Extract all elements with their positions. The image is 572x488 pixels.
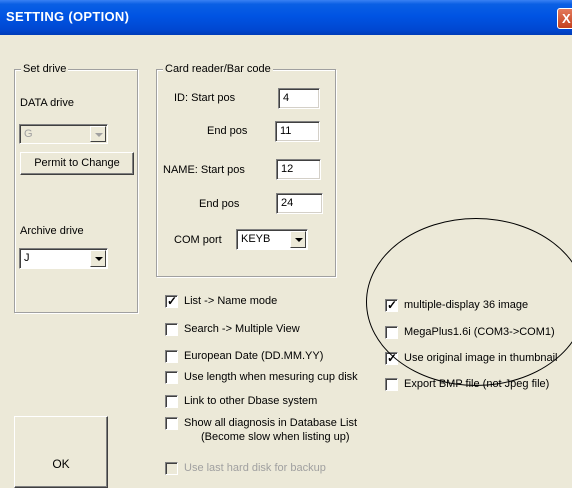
check-icon: ✓ [387, 298, 398, 312]
data-drive-label: DATA drive [20, 97, 74, 109]
chevron-down-icon[interactable] [90, 250, 106, 267]
com-port-select[interactable]: KEYB [236, 229, 308, 250]
option-label: Search -> Multiple View [184, 323, 300, 335]
close-button[interactable]: X [557, 8, 572, 29]
option-label: MegaPlus1.6i (COM3->COM1) [404, 326, 555, 338]
european-date-checkbox[interactable] [165, 350, 178, 363]
link-dbase-checkbox[interactable] [165, 395, 178, 408]
id-start-label: ID: Start pos [174, 92, 236, 104]
name-start-label: NAME: Start pos [163, 164, 245, 176]
ok-button-label: OK [52, 457, 70, 471]
title-bar: SETTING (OPTION) X [0, 0, 572, 35]
option-label: List -> Name mode [184, 295, 278, 307]
chevron-down-icon[interactable] [290, 231, 306, 248]
id-start-field[interactable]: 4 [278, 88, 320, 109]
permit-to-change-label: Permit to Change [34, 157, 120, 169]
data-drive-value: G [24, 128, 33, 140]
option-label: Use last hard disk for backup [184, 462, 326, 474]
name-start-field[interactable]: 12 [276, 159, 321, 180]
com-port-label: COM port [174, 234, 222, 246]
window-title: SETTING (OPTION) [6, 9, 130, 24]
use-last-hard-disk-checkbox [165, 462, 178, 475]
option-label: Export BMP file (not Jpeg file) [404, 378, 550, 390]
option-label: Link to other Dbase system [184, 395, 318, 407]
close-icon: X [562, 11, 571, 26]
data-drive-select[interactable]: G [19, 124, 108, 144]
show-diagnosis-checkbox[interactable] [165, 417, 178, 430]
use-length-checkbox[interactable] [165, 371, 178, 384]
option-label: Use original image in thumbnail [404, 352, 558, 364]
name-end-label: End pos [199, 198, 240, 210]
option-sublabel: (Become slow when listing up) [201, 431, 350, 443]
option-label: European Date (DD.MM.YY) [184, 350, 324, 362]
check-icon: ✓ [387, 351, 398, 365]
id-end-field[interactable]: 11 [275, 121, 320, 142]
option-label: multiple-display 36 image [404, 299, 529, 311]
option-label: Use length when mesuring cup disk [184, 371, 358, 383]
archive-drive-label: Archive drive [20, 225, 84, 237]
chevron-down-icon[interactable] [90, 126, 106, 142]
card-reader-legend: Card reader/Bar code [163, 63, 273, 75]
set-drive-legend: Set drive [21, 63, 69, 75]
megaplus-checkbox[interactable] [385, 326, 398, 339]
permit-to-change-button[interactable]: Permit to Change [20, 152, 134, 175]
archive-drive-select[interactable]: J [19, 248, 108, 269]
id-end-label: End pos [207, 125, 248, 137]
use-original-image-checkbox[interactable]: ✓ [385, 351, 398, 365]
list-name-mode-checkbox[interactable]: ✓ [165, 294, 178, 308]
ok-button[interactable]: OK [14, 416, 108, 488]
option-label: Show all diagnosis in Database List [184, 417, 358, 429]
name-end-field[interactable]: 24 [276, 193, 323, 214]
check-icon: ✓ [167, 294, 178, 308]
search-multiple-view-checkbox[interactable] [165, 323, 178, 336]
com-port-value: KEYB [241, 233, 271, 245]
multiple-display-checkbox[interactable]: ✓ [385, 298, 398, 312]
export-bmp-checkbox[interactable] [385, 378, 398, 391]
archive-drive-value: J [24, 252, 30, 264]
